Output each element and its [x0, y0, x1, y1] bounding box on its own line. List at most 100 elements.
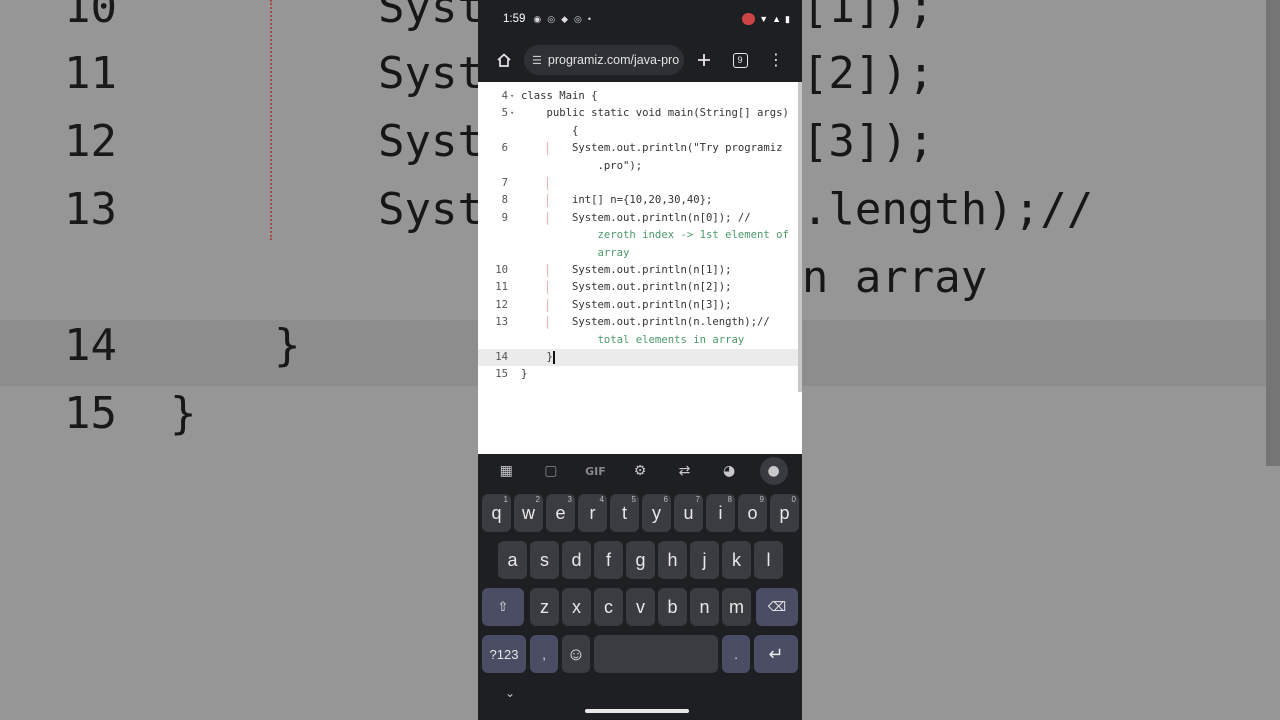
key-e-label: e — [555, 502, 566, 523]
line-number: 7 — [501, 177, 508, 189]
signal-icon: ▲ — [772, 14, 782, 24]
key-w-label: w — [522, 502, 535, 523]
key-t-label: t — [621, 502, 627, 523]
key-m[interactable]: m — [722, 588, 751, 626]
code-line[interactable]: 10 System.out.println(n[1]); — [478, 262, 800, 279]
code-line[interactable]: 8 int[] n={10,20,30,40}; — [478, 192, 800, 209]
key-p-label: p — [779, 502, 790, 523]
key-h-label: h — [667, 549, 678, 570]
key-x[interactable]: x — [562, 588, 591, 626]
battery-icon: ▮ — [785, 13, 790, 24]
key-hint: 3 — [567, 495, 572, 504]
fold-toggle[interactable]: ▾ — [510, 88, 514, 105]
key-v[interactable]: v — [626, 588, 655, 626]
period-key[interactable]: . — [722, 635, 750, 673]
indent-guide — [547, 316, 548, 330]
key-q[interactable]: q1 — [482, 494, 511, 532]
code-line[interactable]: 5 ▾ public static void main(String[] args… — [478, 105, 800, 122]
code-line[interactable]: 14 } — [478, 349, 800, 366]
key-w[interactable]: w2 — [514, 494, 543, 532]
code-line[interactable]: 11 System.out.println(n[2]); — [478, 279, 800, 296]
tab-switcher-button[interactable]: 9 — [722, 42, 758, 78]
dot-icon: • — [587, 14, 592, 24]
key-g[interactable]: g — [626, 541, 655, 579]
key-k[interactable]: k — [722, 541, 751, 579]
code-line[interactable]: { — [478, 123, 800, 140]
key-n[interactable]: n — [690, 588, 719, 626]
new-tab-button[interactable] — [686, 42, 722, 78]
code-line[interactable]: 7 — [478, 175, 800, 192]
shift-key[interactable]: ⇧ — [482, 588, 524, 626]
backspace-key[interactable]: ⌫ — [756, 588, 798, 626]
enter-key[interactable]: ↵ — [754, 635, 798, 673]
key-d[interactable]: d — [562, 541, 591, 579]
key-y[interactable]: y6 — [642, 494, 671, 532]
address-bar[interactable]: ☰ programiz.com/java-pro — [524, 45, 684, 75]
menu-button[interactable]: ⋮ — [758, 42, 794, 78]
code-line[interactable]: .pro"); — [478, 158, 800, 175]
key-s[interactable]: s — [530, 541, 559, 579]
site-info-icon[interactable]: ☰ — [532, 54, 542, 67]
key-b[interactable]: b — [658, 588, 687, 626]
key-a[interactable]: a — [498, 541, 527, 579]
key-hint: 1 — [503, 495, 508, 504]
apps-icon[interactable]: ▦ — [492, 463, 520, 479]
editor-scrollbar[interactable] — [798, 82, 802, 392]
code-line[interactable]: 13 System.out.println(n.length);// — [478, 314, 800, 331]
code-line[interactable]: 4 ▾ class Main { — [478, 88, 800, 105]
key-r[interactable]: r4 — [578, 494, 607, 532]
space-key[interactable] — [594, 635, 718, 673]
fold-toggle[interactable]: ▾ — [510, 105, 514, 122]
line-code: array — [521, 246, 630, 259]
code-line[interactable]: zeroth index -> 1st element of — [478, 227, 800, 244]
wifi-icon: ▼ — [759, 14, 769, 24]
home-button[interactable] — [486, 42, 522, 78]
key-j[interactable]: j — [690, 541, 719, 579]
key-l[interactable]: l — [754, 541, 783, 579]
url-text: programiz.com/java-pro — [547, 53, 680, 67]
line-code: System.out.println(n[1]); — [521, 264, 732, 276]
key-e[interactable]: e3 — [546, 494, 575, 532]
code-line[interactable]: total elements in array — [478, 332, 800, 349]
code-line[interactable]: 15} — [478, 366, 800, 383]
key-h[interactable]: h — [658, 541, 687, 579]
key-q-label: q — [491, 502, 502, 523]
key-u[interactable]: u7 — [674, 494, 703, 532]
keyboard-row: a s d f gh j k l — [478, 541, 802, 581]
mic-icon[interactable]: ● — [759, 457, 788, 485]
translate-icon[interactable]: ⇄ — [671, 463, 699, 479]
hide-keyboard-button[interactable]: ⌄ — [505, 686, 515, 700]
settings-icon[interactable]: ⚙ — [626, 463, 654, 479]
key-z[interactable]: z — [530, 588, 559, 626]
code-line[interactable]: array — [478, 245, 800, 262]
key-p[interactable]: p0 — [770, 494, 799, 532]
code-line[interactable]: 9 System.out.println(n[0]); // — [478, 210, 800, 227]
line-code: System.out.println(n[2]); — [521, 281, 732, 294]
code-line[interactable]: 6 System.out.println("Try programiz — [478, 140, 800, 157]
key-i-label: i — [718, 502, 723, 523]
line-code: System.out.println(n[0]); // — [521, 211, 751, 224]
symbols-key[interactable]: ?123 — [482, 635, 526, 673]
palette-icon[interactable]: ◕ — [715, 463, 743, 479]
key-i[interactable]: i8 — [706, 494, 735, 532]
gif-button[interactable]: GIF — [581, 465, 609, 478]
code-line[interactable]: 12 System.out.println(n[3]); — [478, 297, 800, 314]
indent-guide — [547, 298, 548, 312]
key-g-label: g — [635, 549, 646, 570]
key-c-label: c — [604, 596, 613, 617]
emoji-key[interactable]: ☺ — [562, 635, 590, 673]
key-m-label: m — [729, 596, 744, 617]
code-editor[interactable]: 4 ▾ class Main {5 ▾ public static void main… — [478, 82, 802, 454]
line-code: total elements in array — [521, 333, 745, 346]
comma-key[interactable]: , — [530, 635, 558, 673]
key-f[interactable]: f — [594, 541, 623, 579]
line-number: 15 — [495, 368, 508, 381]
key-s-label: s — [540, 549, 549, 570]
key-t[interactable]: t5 — [610, 494, 639, 532]
key-c[interactable]: c — [594, 588, 623, 626]
line-number: 12 — [495, 298, 508, 311]
gesture-handle[interactable] — [585, 709, 689, 713]
sticker-icon[interactable]: ▢ — [537, 463, 565, 479]
whatsapp-icon: ◎ — [574, 13, 582, 24]
key-o[interactable]: o9 — [738, 494, 767, 532]
